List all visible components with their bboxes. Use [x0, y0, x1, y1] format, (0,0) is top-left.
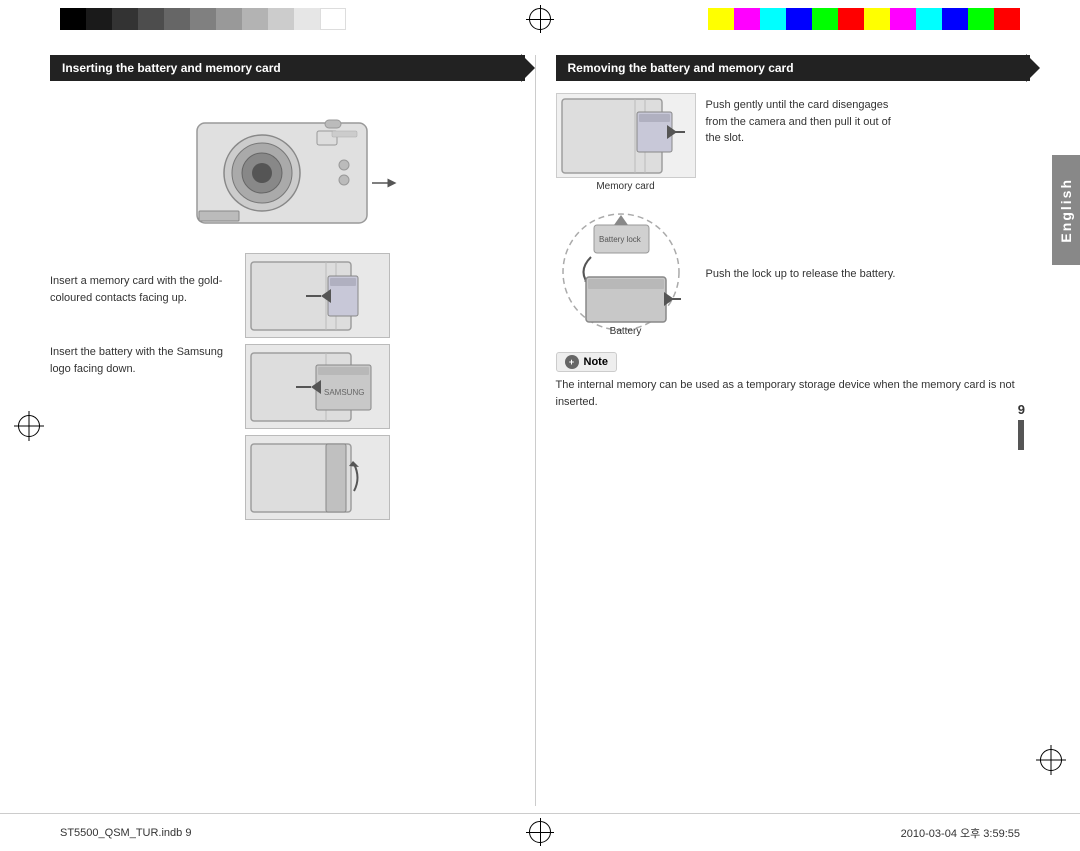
instruction-text-2: Insert the battery with the Samsung logo…	[50, 344, 230, 377]
memory-card-diagram-area: Memory card	[556, 93, 696, 192]
registration-mark-right	[1040, 749, 1062, 771]
footer-bar: ST5500_QSM_TUR.indb 9 2010-03-04 오후 3:59…	[0, 813, 1080, 851]
battery-slot-diagram: SAMSUNG	[245, 344, 390, 429]
insert-header-text: Inserting the battery and memory card	[62, 61, 281, 75]
battery-lock-circle-svg: Battery lock	[556, 207, 696, 337]
note-text: The internal memory can be used as a tem…	[556, 377, 1031, 410]
main-content: Inserting the battery and memory card	[50, 55, 1030, 806]
english-language-tab: English	[1052, 155, 1080, 265]
left-instructions-area: Insert a memory card with the gold-colou…	[50, 253, 525, 520]
memory-card-label: Memory card	[596, 181, 654, 192]
english-tab-label: English	[1058, 178, 1074, 243]
note-icon: +	[565, 355, 579, 369]
footer-left-text: ST5500_QSM_TUR.indb 9	[60, 827, 191, 839]
battery-lock-area: Battery lock Battery	[556, 207, 696, 337]
top-color-bar	[0, 0, 1080, 38]
insert-section-header: Inserting the battery and memory card	[50, 55, 525, 81]
instruction-texts: Insert a memory card with the gold-colou…	[50, 253, 230, 385]
battery-label: Battery	[610, 326, 642, 337]
note-label-text: Note	[584, 356, 608, 368]
cover-close-diagram	[245, 435, 390, 520]
registration-mark-left	[18, 415, 40, 437]
svg-text:Battery lock: Battery lock	[599, 235, 642, 244]
memory-card-removal-row: Memory card Push gently until the card d…	[556, 93, 1031, 192]
battery-removal-row: Battery lock Battery	[556, 207, 1031, 337]
header-arrow	[521, 54, 535, 82]
svg-text:SAMSUNG: SAMSUNG	[324, 388, 364, 397]
registration-mark-top	[529, 8, 551, 30]
memory-card-slot-diagram	[245, 253, 390, 338]
memory-card-removal-diagram	[556, 93, 696, 178]
registration-mark-bottom	[529, 821, 551, 843]
memory-card-desc: Push gently until the card disengages fr…	[706, 93, 906, 147]
note-section: + Note The internal memory can be used a…	[556, 352, 1031, 410]
remove-header-arrow	[1026, 54, 1040, 82]
right-section: Removing the battery and memory card	[536, 55, 1031, 806]
note-label-area: + Note	[556, 352, 617, 372]
left-section: Inserting the battery and memory card	[50, 55, 536, 806]
black-strip-left	[60, 8, 346, 30]
remove-header-text: Removing the battery and memory card	[568, 61, 794, 75]
camera-illustration-area	[50, 93, 525, 243]
battery-diagram-area: Battery lock Battery	[556, 207, 696, 337]
camera-svg	[177, 93, 397, 243]
instruction-text-1: Insert a memory card with the gold-colou…	[50, 273, 230, 306]
color-strip-right	[708, 8, 1020, 30]
remove-section-header: Removing the battery and memory card	[556, 55, 1031, 81]
battery-desc: Push the lock up to release the battery.	[706, 262, 896, 283]
slot-diagrams: SAMSUNG	[245, 253, 390, 520]
footer-right-text: 2010-03-04 오후 3:59:55	[901, 825, 1020, 841]
